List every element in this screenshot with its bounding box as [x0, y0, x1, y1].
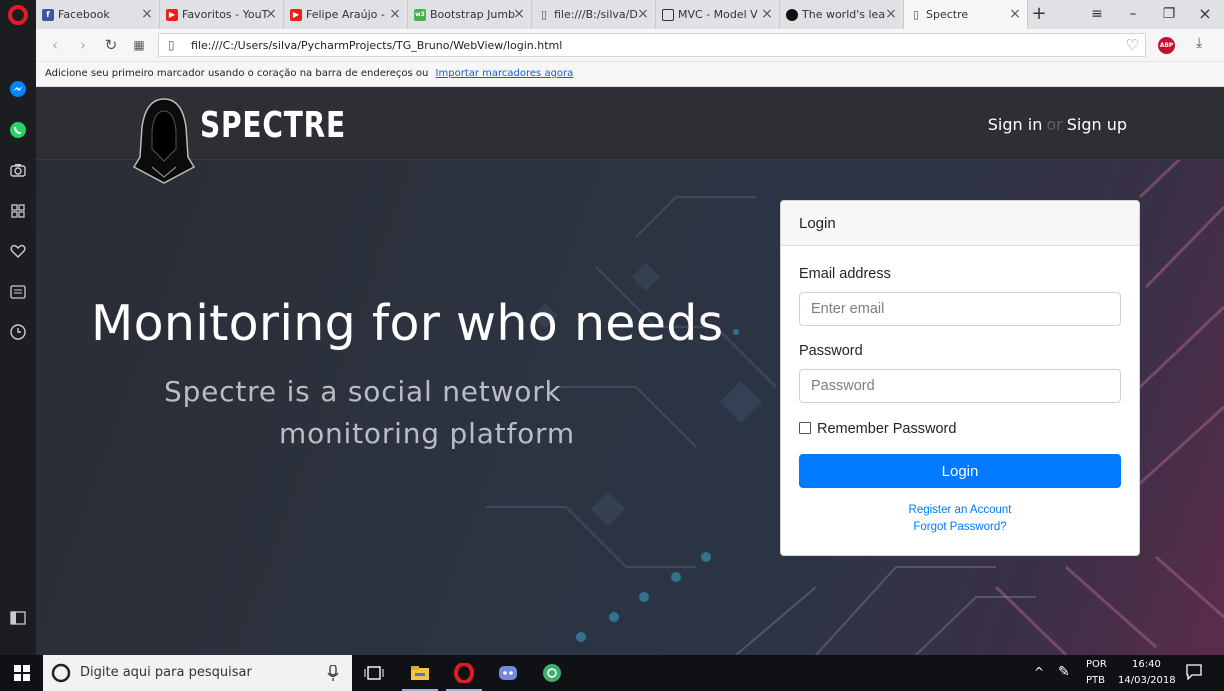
w3schools-icon: w3	[414, 8, 426, 21]
brand-name[interactable]: SPECTRE	[200, 105, 346, 146]
minimize-button[interactable]: –	[1122, 4, 1144, 24]
sidebar-toggle-icon[interactable]	[9, 609, 27, 627]
import-bookmarks-link[interactable]: Importar marcadores agora	[436, 68, 574, 79]
opera-sidebar	[0, 0, 36, 655]
window-close-button[interactable]: ×	[1194, 4, 1216, 24]
site-navbar: SPECTRE Sign in or Sign up	[36, 87, 1224, 184]
history-icon[interactable]	[9, 323, 27, 341]
register-link[interactable]: Register an Account	[781, 504, 1139, 516]
bookmark-message-text: Adicione seu primeiro marcador usando o …	[45, 68, 429, 79]
file-explorer-icon[interactable]	[398, 655, 442, 691]
messenger-icon[interactable]	[9, 80, 27, 98]
clock-date[interactable]: 14/03/2018	[1118, 675, 1176, 686]
close-icon[interactable]: ×	[141, 7, 153, 21]
tab-spectre[interactable]: ▯ Spectre ×	[904, 0, 1028, 29]
forward-icon[interactable]: ›	[74, 36, 92, 54]
facebook-icon: f	[42, 8, 54, 21]
sign-up-link[interactable]: Sign up	[1067, 115, 1127, 134]
tab-facebook[interactable]: f Facebook ×	[36, 0, 160, 29]
close-icon[interactable]: ×	[1009, 7, 1021, 21]
task-view-icon[interactable]	[352, 655, 396, 691]
address-bar: ‹ › ↻ ▦ ▯ file:///C:/Users/silva/Pycharm…	[36, 29, 1224, 62]
hero-subtitle-line1: Spectre is a social network	[164, 375, 562, 408]
clock-time[interactable]: 16:40	[1132, 659, 1161, 670]
speed-dial-icon[interactable]: ▦	[130, 36, 148, 54]
file-icon: ▯	[168, 38, 175, 52]
auth-links: Sign in or Sign up	[988, 115, 1127, 134]
restore-button[interactable]: ❐	[1158, 4, 1180, 24]
close-icon[interactable]: ×	[885, 7, 897, 21]
bookmarks-bar: Adicione seu primeiro marcador usando o …	[36, 62, 1224, 87]
file-icon: ▯	[540, 8, 548, 21]
camera-icon[interactable]	[9, 161, 27, 179]
close-icon[interactable]: ×	[265, 7, 277, 21]
whatsapp-icon[interactable]	[9, 121, 27, 139]
hero-title: Monitoring for who needs	[91, 295, 724, 352]
back-icon[interactable]: ‹	[46, 36, 64, 54]
chevron-up-icon[interactable]: ^	[1034, 665, 1044, 679]
news-icon[interactable]	[9, 283, 27, 301]
sign-in-link[interactable]: Sign in	[988, 115, 1043, 134]
speed-dial-icon[interactable]	[9, 202, 27, 220]
tab-bar: f Facebook × ▶ Favoritos - YouT × ▶ Feli…	[36, 0, 1224, 29]
tab-felipe[interactable]: ▶ Felipe Araújo - ×	[284, 0, 408, 29]
github-icon	[786, 8, 798, 21]
tab-mvc[interactable]: MVC - Model V ×	[656, 0, 780, 29]
download-icon[interactable]: ⤓	[1196, 35, 1202, 51]
close-icon[interactable]: ×	[513, 7, 525, 21]
pen-icon[interactable]: ✎	[1058, 664, 1070, 680]
remember-password-label[interactable]: Remember Password	[817, 421, 956, 437]
new-tab-button[interactable]: +	[1028, 4, 1050, 24]
windows-taskbar: Digite aqui para pesquisar ^ ✎ POR PTB 1…	[0, 655, 1224, 691]
close-icon[interactable]: ×	[761, 7, 773, 21]
youtube-icon: ▶	[290, 8, 302, 21]
opera-logo-icon[interactable]	[8, 5, 28, 25]
page-content: SPECTRE Sign in or Sign up Monitoring for …	[36, 87, 1224, 655]
pycharm-icon[interactable]	[530, 655, 574, 691]
microphone-icon[interactable]	[327, 665, 339, 681]
forgot-password-link[interactable]: Forgot Password?	[781, 521, 1139, 533]
discord-icon[interactable]	[486, 655, 530, 691]
tab-github[interactable]: The world's lea ×	[780, 0, 904, 29]
url-field[interactable]: ▯ file:///C:/Users/silva/PycharmProjects…	[158, 33, 1146, 57]
hero-subtitle-line2: monitoring platform	[279, 417, 575, 450]
reload-icon[interactable]: ↻	[102, 36, 120, 54]
url-text: file:///C:/Users/silva/PycharmProjects/T…	[191, 39, 563, 52]
tab-favoritos[interactable]: ▶ Favoritos - YouT ×	[160, 0, 284, 29]
remember-password-checkbox[interactable]	[799, 422, 811, 434]
email-field[interactable]	[799, 292, 1121, 326]
login-card-header: Login	[781, 201, 1139, 246]
page-icon	[662, 8, 674, 21]
heart-icon[interactable]	[9, 242, 27, 260]
email-label: Email address	[799, 266, 891, 282]
login-card: Login Email address Password Remember Pa…	[780, 200, 1140, 556]
notifications-icon[interactable]	[1186, 664, 1202, 684]
tab-file[interactable]: ▯ file:///B:/silva/D ×	[532, 0, 656, 29]
language-indicator[interactable]: POR	[1086, 659, 1107, 670]
search-placeholder: Digite aqui para pesquisar	[80, 665, 252, 680]
taskbar-search[interactable]: Digite aqui para pesquisar	[43, 655, 352, 691]
youtube-icon: ▶	[166, 8, 178, 21]
opera-taskbar-icon[interactable]	[442, 655, 486, 691]
password-label: Password	[799, 343, 863, 359]
close-icon[interactable]: ×	[389, 7, 401, 21]
cortana-icon	[51, 663, 71, 683]
file-icon: ▯	[912, 8, 920, 21]
tab-bootstrap[interactable]: w3 Bootstrap Jumb ×	[408, 0, 532, 29]
keyboard-layout[interactable]: PTB	[1086, 675, 1105, 686]
close-icon[interactable]: ×	[637, 7, 649, 21]
tab-menu-icon[interactable]: ≡	[1086, 4, 1108, 24]
spectre-logo-icon[interactable]	[132, 97, 196, 189]
password-field[interactable]	[799, 369, 1121, 403]
auth-separator: or	[1046, 115, 1063, 134]
adblock-icon[interactable]: ABP	[1158, 37, 1175, 54]
login-button[interactable]: Login	[799, 454, 1121, 488]
bookmark-heart-icon[interactable]: ♡	[1126, 36, 1139, 54]
bookmark-message: Adicione seu primeiro marcador usando o …	[45, 68, 573, 79]
windows-start-icon[interactable]	[0, 655, 43, 691]
